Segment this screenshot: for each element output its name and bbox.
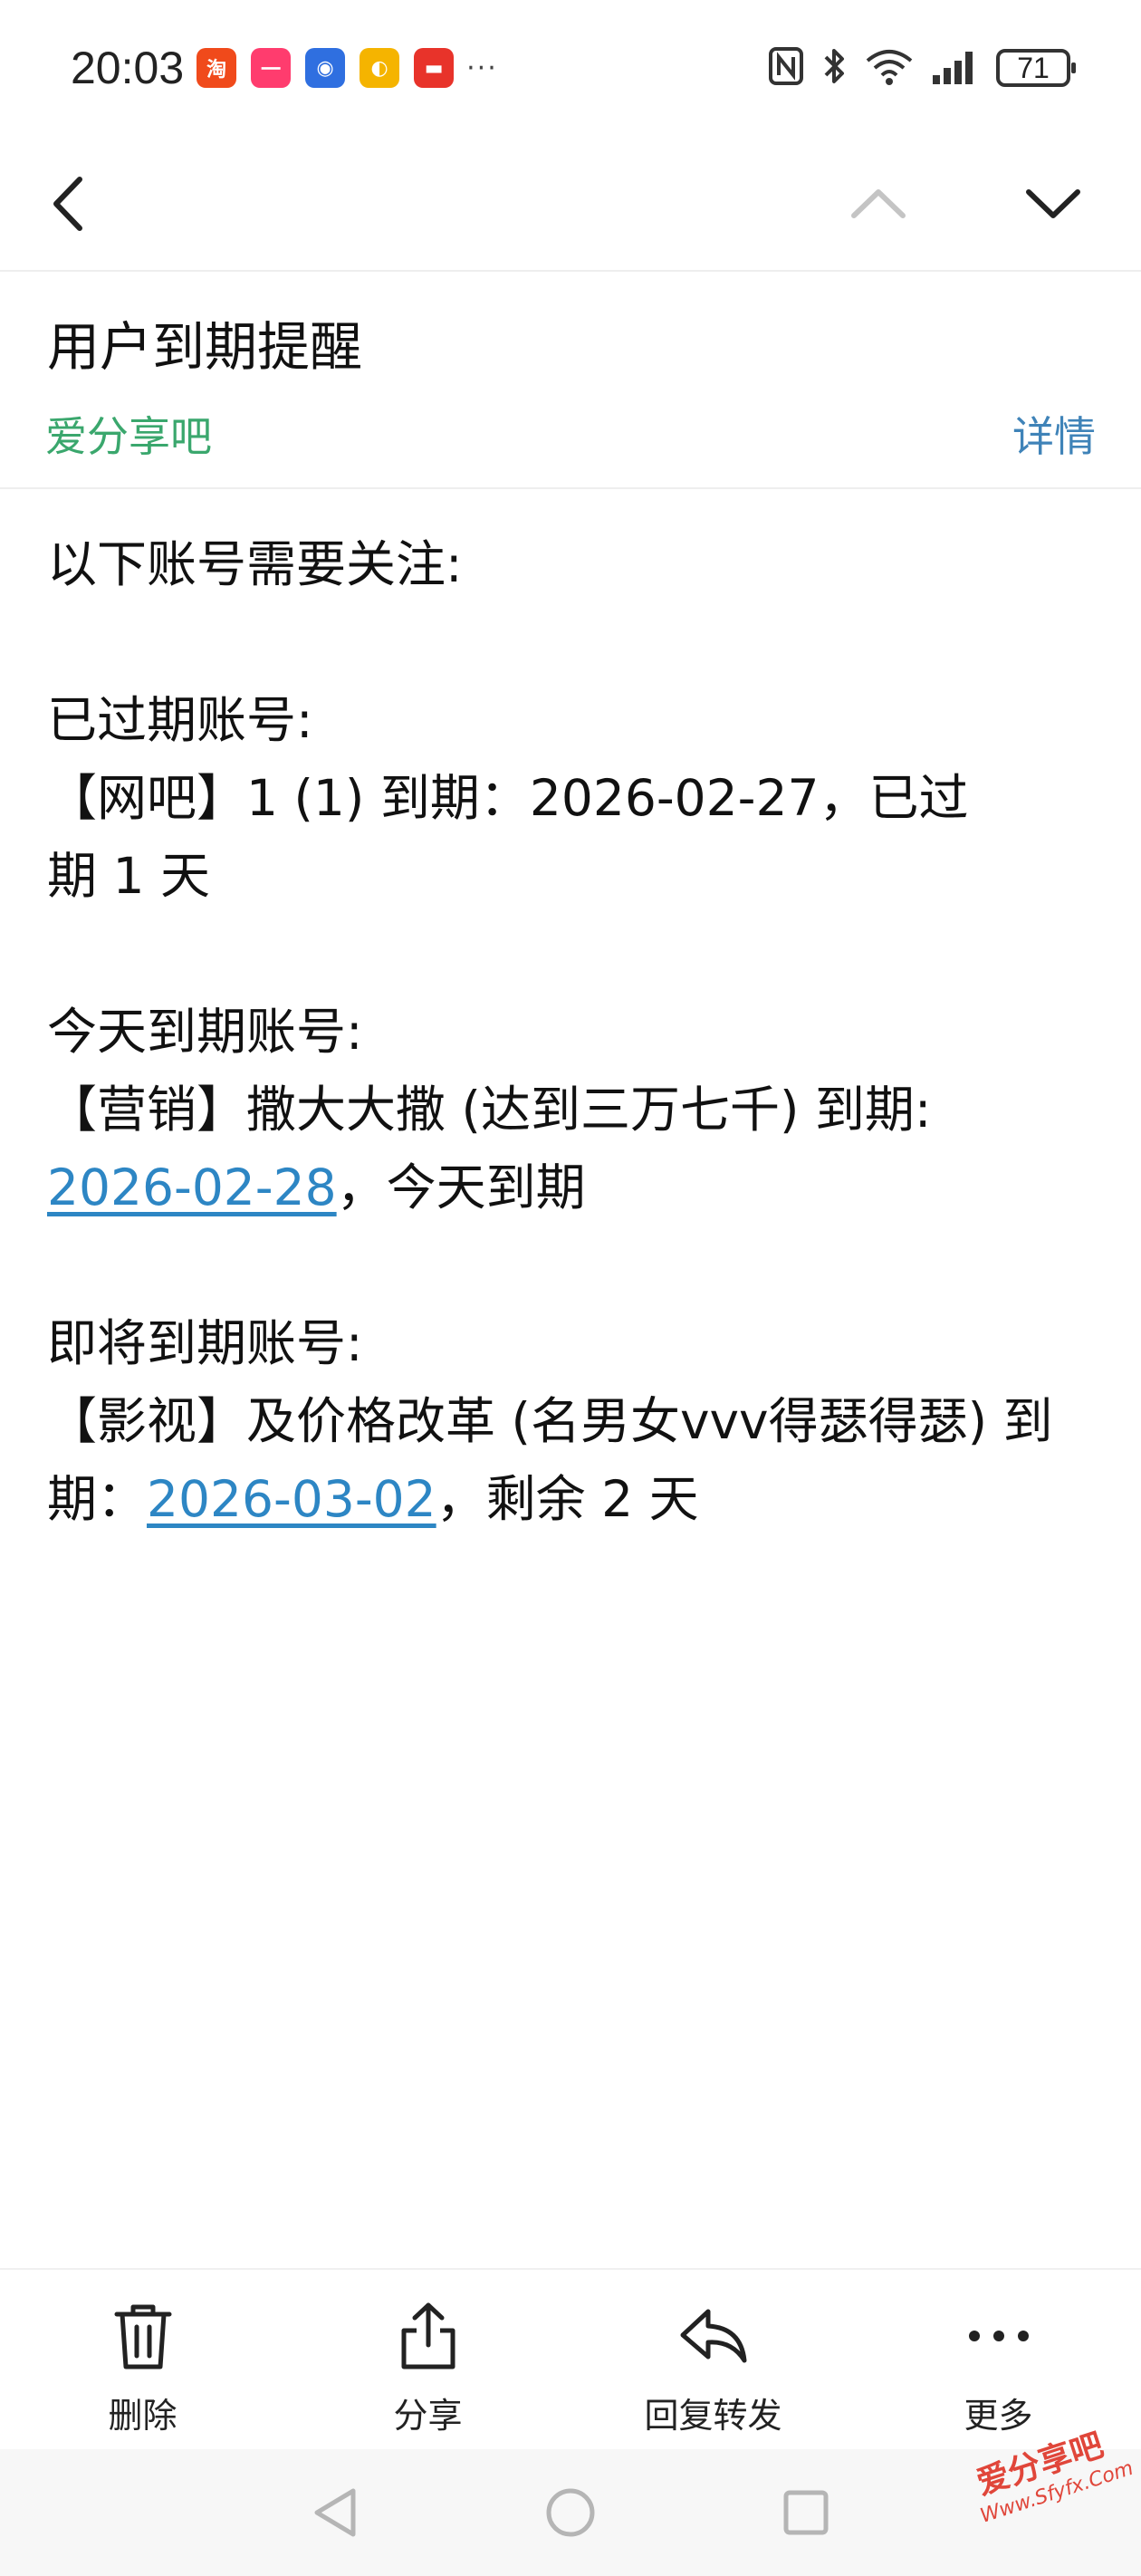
bluetooth-icon [820,46,848,90]
expired-line-1: 【网吧】1 (1) 到期：2026-02-27，已过 [47,769,969,827]
top-nav [0,136,1141,272]
share-label: 分享 [393,2396,463,2436]
expired-heading: 已过期账号: [47,691,313,749]
yellow-app-icon: ◐ [360,48,400,88]
action-bar: 删除 分享 回复转发 更多 [0,2268,1141,2449]
today-heading: 今天到期账号: [47,1003,363,1061]
yiyuan-app-icon: 一 [251,48,292,88]
expired-line-2: 期 1 天 [47,847,210,905]
system-back-button[interactable] [303,2481,367,2544]
soon-heading: 即将到期账号: [47,1314,363,1372]
wifi-icon [864,46,915,90]
triangle-back-icon [314,2488,356,2537]
today-date-link[interactable]: 2026-02-28 [47,1158,337,1216]
trash-icon [104,2297,182,2375]
notification-app-icons: 淘 一 ◉ ◐ ▬ [197,48,455,88]
soon-line-1: 【影视】及价格改革 (名男女vvv得瑟得瑟) 到 [47,1392,1053,1450]
more-label: 更多 [964,2396,1033,2436]
back-button[interactable] [27,163,109,245]
soon-suffix: ，剩余 2 天 [436,1470,699,1528]
taobao-app-icon: 淘 [197,48,237,88]
soon-prefix: 期： [47,1470,148,1528]
email-header: 用户到期提醒 爱分享吧 详情 [0,272,1141,489]
email-subject: 用户到期提醒 [47,316,363,378]
huawei-app-icon: ▬ [414,48,455,88]
share-button[interactable]: 分享 [285,2270,570,2449]
chevron-left-icon [53,177,82,231]
next-email-button[interactable] [1012,163,1094,245]
status-bar: 20:03 淘 一 ◉ ◐ ▬ ··· 71 [0,0,1141,136]
soon-line-2: 期：2026-03-02，剩余 2 天 [47,1460,1098,1538]
chevron-down-icon [1026,189,1080,218]
previous-email-button[interactable] [838,163,919,245]
status-time: 20:03 [71,43,185,93]
reply-forward-button[interactable]: 回复转发 [570,2270,856,2449]
soon-date-link[interactable]: 2026-03-02 [147,1470,436,1528]
delete-button[interactable]: 删除 [0,2270,285,2449]
body-intro: 以下账号需要关注: [47,535,463,593]
email-body: 以下账号需要关注: 已过期账号: 【网吧】1 (1) 到期：2026-02-27… [47,525,1098,1538]
nfc-icon [768,46,804,90]
battery-icon: 71 [996,49,1076,87]
circle-home-icon [546,2488,595,2537]
system-recents-button[interactable] [774,2481,838,2544]
more-dots-icon [960,2297,1038,2375]
reply-icon [675,2297,753,2375]
square-recents-icon [783,2490,829,2535]
details-link[interactable]: 详情 [1012,404,1096,464]
email-sender[interactable]: 爱分享吧 [45,404,212,464]
blue-app-icon: ◉ [305,48,346,88]
signal-icon [931,46,980,90]
chevron-up-icon [851,189,906,218]
status-indicators: 71 [768,46,1076,90]
today-line-1: 【营销】撒大大撒 (达到三万七千) 到期: [47,1081,932,1139]
system-home-button[interactable] [539,2481,602,2544]
reply-forward-label: 回复转发 [644,2396,782,2436]
share-icon [389,2297,467,2375]
delete-label: 删除 [108,2396,177,2436]
today-line-2: 2026-02-28，今天到期 [47,1149,1098,1226]
today-suffix: ，今天到期 [336,1158,586,1216]
more-notifications-icon: ··· [466,52,498,84]
